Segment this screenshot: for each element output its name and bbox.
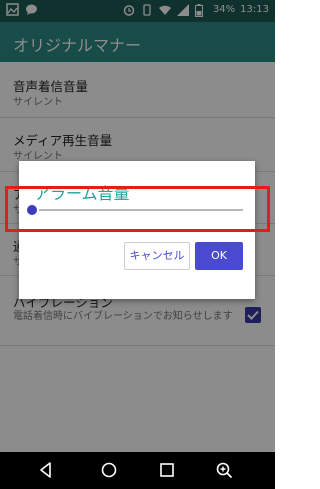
volume-slider-thumb[interactable] — [27, 205, 37, 215]
recents-icon[interactable] — [158, 461, 176, 479]
ok-button[interactable]: OK — [195, 242, 243, 270]
nav-bar — [0, 452, 275, 489]
home-icon[interactable] — [100, 461, 118, 479]
alarm-volume-dialog: アラーム音量 キャンセル OK — [19, 161, 255, 299]
back-icon[interactable] — [37, 461, 55, 479]
volume-slider-track[interactable] — [39, 209, 243, 211]
zoom-icon[interactable] — [215, 461, 233, 479]
cancel-button[interactable]: キャンセル — [124, 242, 190, 270]
dialog-title: アラーム音量 — [34, 184, 130, 203]
